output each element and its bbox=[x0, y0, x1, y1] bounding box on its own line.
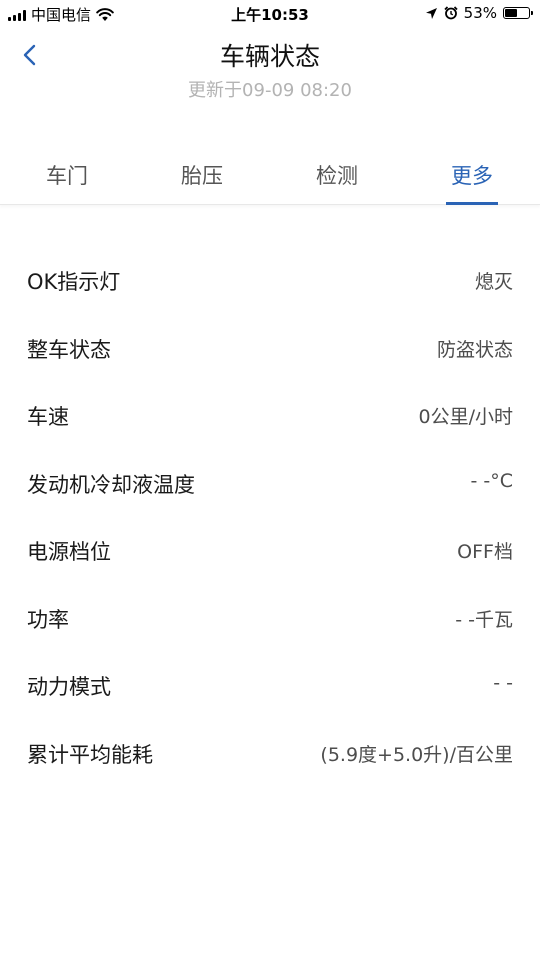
list-item-vehicle-state: 整车状态 防盗状态 bbox=[0, 314, 540, 382]
item-label: 整车状态 bbox=[27, 337, 111, 362]
tab-label: 胎压 bbox=[181, 164, 223, 188]
tab-more[interactable]: 更多 bbox=[422, 160, 522, 205]
status-bar: 中国电信 上午10:53 53% bbox=[0, 0, 540, 28]
location-icon bbox=[425, 7, 437, 19]
item-value: - - bbox=[493, 672, 513, 694]
tab-tire-pressure[interactable]: 胎压 bbox=[152, 160, 252, 204]
item-value: - -千瓦 bbox=[455, 608, 513, 631]
item-value: 0公里/小时 bbox=[418, 406, 514, 428]
item-value: - -°C bbox=[470, 469, 513, 492]
item-label: 车速 bbox=[27, 405, 69, 429]
tab-label: 检测 bbox=[316, 164, 358, 188]
page-title: 车辆状态 bbox=[219, 42, 320, 71]
item-label: 功率 bbox=[27, 607, 69, 632]
item-label: 电源档位 bbox=[27, 540, 111, 564]
battery-fill bbox=[505, 9, 517, 17]
item-value: OFF档 bbox=[457, 541, 513, 563]
battery-icon bbox=[503, 7, 533, 19]
vehicle-status-list: OK指示灯 熄灭 整车状态 防盗状态 车速 0公里/小时 发动机冷却液温度 - … bbox=[0, 246, 540, 786]
list-item-avg-consumption: 累计平均能耗 (5.9度+5.0升)/百公里 bbox=[0, 719, 540, 787]
status-bar-right: 53% bbox=[425, 4, 533, 22]
tab-inspection[interactable]: 检测 bbox=[287, 160, 387, 204]
item-label: OK指示灯 bbox=[27, 270, 121, 294]
item-value: 防盗状态 bbox=[436, 338, 513, 361]
item-value: 熄灭 bbox=[474, 271, 513, 293]
list-item-power-gear: 电源档位 OFF档 bbox=[0, 516, 540, 584]
tab-doors[interactable]: 车门 bbox=[17, 160, 117, 204]
tab-label: 车门 bbox=[46, 164, 88, 188]
list-item-drive-mode: 动力模式 - - bbox=[0, 651, 540, 719]
list-item-coolant-temp: 发动机冷却液温度 - -°C bbox=[0, 449, 540, 517]
tab-bar: 车门 胎压 检测 更多 bbox=[0, 152, 540, 205]
item-label: 发动机冷却液温度 bbox=[27, 472, 195, 497]
item-value: (5.9度+5.0升)/百公里 bbox=[320, 743, 513, 766]
list-item-power: 功率 - -千瓦 bbox=[0, 584, 540, 652]
item-label: 累计平均能耗 bbox=[27, 742, 153, 767]
alarm-icon bbox=[444, 6, 458, 20]
list-item-speed: 车速 0公里/小时 bbox=[0, 381, 540, 449]
item-label: 动力模式 bbox=[27, 675, 111, 699]
battery-percent: 53% bbox=[463, 4, 497, 22]
list-item-ok-indicator: OK指示灯 熄灭 bbox=[0, 246, 540, 314]
update-time: 更新于09-09 08:20 bbox=[188, 80, 352, 101]
tab-label: 更多 bbox=[451, 164, 493, 188]
active-tab-indicator bbox=[446, 202, 498, 205]
